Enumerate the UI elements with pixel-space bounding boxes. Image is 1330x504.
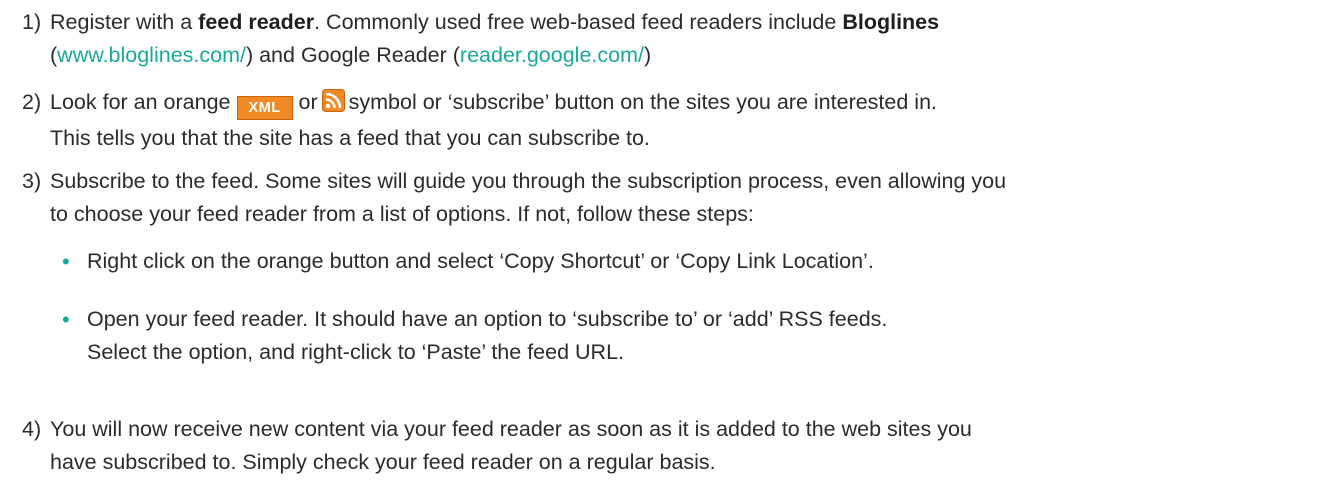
step-text-run: ) <box>643 43 652 67</box>
step-line: Register with a feed reader. Commonly us… <box>50 6 1310 39</box>
bullet-text: Right click on the orange button and sel… <box>87 249 874 273</box>
step-number: 1) <box>22 10 42 34</box>
bullet-text: Open your feed reader. It should have an… <box>87 303 1310 369</box>
step-line: You will now receive new content via you… <box>50 417 972 441</box>
step-1: 1) Register with a feed reader. Commonly… <box>22 6 1310 72</box>
bullet-item: • Right click on the orange button and s… <box>50 245 1310 278</box>
step-text: Look for an orange XML or symbol or ‘subscr… <box>50 86 1310 155</box>
step-line: This tells you that the site has a feed … <box>50 126 650 150</box>
step-number: 4) <box>22 417 42 441</box>
rss-feed-icon <box>321 89 345 122</box>
step-3: 3) Subscribe to the feed. Some sites wil… <box>22 165 1310 231</box>
step-text: Subscribe to the feed. Some sites will g… <box>50 165 1310 231</box>
step-line: to choose your feed reader from a list o… <box>50 202 754 226</box>
google-reader-link[interactable]: reader.google.com/ <box>460 43 644 67</box>
step-line: (www.bloglines.com/) and Google Reader (… <box>50 39 1310 72</box>
step-text-run: symbol or ‘subscribe’ button on the site… <box>348 90 937 114</box>
xml-badge-icon: XML <box>236 96 293 120</box>
step-2: 2) Look for an orange XML or symbol or ‘sub… <box>22 86 1310 155</box>
step-text-run: Register with a <box>50 10 199 34</box>
step-line: Look for an orange XML or symbol or ‘subscr… <box>50 86 1310 122</box>
step-text-run: Look for an orange <box>50 90 231 114</box>
step-number: 3) <box>22 169 42 193</box>
bloglines-term: Bloglines <box>842 10 940 34</box>
feed-reader-term: feed reader <box>198 10 315 34</box>
step-line: Subscribe to the feed. Some sites will g… <box>50 169 1007 193</box>
step-text: Register with a feed reader. Commonly us… <box>50 6 1310 72</box>
step-text-run: ) and Google Reader ( <box>245 43 460 67</box>
step-4: 4) You will now receive new content via … <box>22 413 1310 479</box>
bullet-line: Open your feed reader. It should have an… <box>87 307 888 331</box>
step-number: 2) <box>22 90 42 114</box>
bullet-icon: • <box>62 307 70 332</box>
bullet-icon: • <box>62 249 70 274</box>
bloglines-link[interactable]: www.bloglines.com/ <box>57 43 246 67</box>
bullet-line: Select the option, and right-click to ‘P… <box>87 340 624 364</box>
instructions-document: 1) Register with a feed reader. Commonly… <box>0 0 1330 504</box>
step-text: You will now receive new content via you… <box>50 413 1310 479</box>
step-text-run: or <box>298 90 318 114</box>
step-text-run: . Commonly used free web-based feed read… <box>314 10 843 34</box>
bullet-item: • Open your feed reader. It should have … <box>50 303 1310 369</box>
step-line: have subscribed to. Simply check your fe… <box>50 450 716 474</box>
